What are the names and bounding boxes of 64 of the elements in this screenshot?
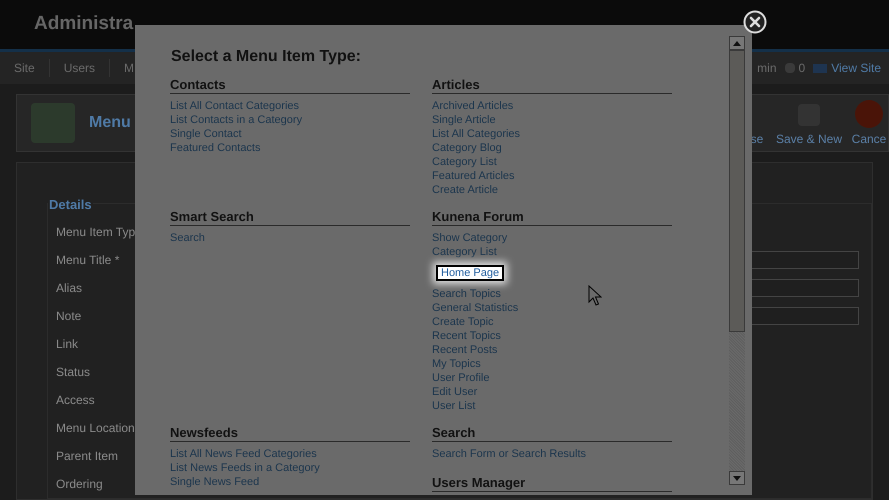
menu-type-link[interactable]: Create Topic: [432, 315, 494, 329]
menu-type-link[interactable]: Category Blog: [432, 141, 502, 155]
nav-menu-item[interactable]: Site: [0, 59, 50, 78]
menu-type-link[interactable]: Single Article: [432, 113, 496, 127]
field-label: Menu Title *: [56, 252, 120, 269]
menu-type-link[interactable]: Search Form or Search Results: [432, 447, 586, 461]
menu-type-link[interactable]: Home Page: [436, 265, 504, 281]
nav-menu-item[interactable]: Users: [50, 59, 110, 78]
scroll-down-button[interactable]: [729, 471, 745, 485]
menu-type-link[interactable]: Search: [170, 231, 205, 245]
menu-type-link[interactable]: Single Contact: [170, 127, 242, 141]
menu-type-link[interactable]: Edit User: [432, 385, 478, 399]
menu-type-link[interactable]: Featured Contacts: [170, 141, 260, 155]
field-label: Alias: [56, 280, 84, 297]
dialog-title: Select a Menu Item Type:: [171, 47, 361, 67]
up-arrow-icon: [733, 40, 741, 46]
field-label: Parent Item: [56, 448, 120, 465]
field-label: Menu Item Typ: [56, 224, 136, 241]
field-label: Link: [56, 336, 80, 353]
section-heading: Users Manager: [432, 475, 672, 492]
field-label: Menu Location: [56, 420, 136, 437]
scroll-thumb[interactable]: [729, 50, 745, 332]
section-heading: Contacts: [170, 77, 410, 94]
field-label: Status: [56, 364, 92, 381]
menu-type-link[interactable]: Archived Articles: [432, 99, 514, 113]
menu-type-link[interactable]: List All Contact Categories: [170, 99, 300, 113]
menu-type-link[interactable]: Recent Topics: [432, 329, 501, 343]
field-label: Ordering: [56, 476, 104, 493]
menu-type-link[interactable]: List All Categories: [432, 127, 520, 141]
menu-type-link[interactable]: List All News Feed Categories: [170, 447, 317, 461]
menu-type-link[interactable]: User Profile: [432, 371, 490, 385]
menu-type-link[interactable]: Featured Articles: [432, 169, 515, 183]
message-count: 0: [798, 60, 806, 78]
menu-type-link[interactable]: Search Topics: [432, 287, 501, 301]
section-heading: Smart Search: [170, 209, 410, 226]
field-label: Note: [56, 308, 82, 325]
field-label: Access: [56, 392, 96, 409]
view-site-link[interactable]: View Site: [831, 59, 881, 78]
user-name: min: [757, 60, 776, 78]
menu-type-link[interactable]: List News Feeds in a Category: [170, 461, 320, 475]
section-heading: Articles: [432, 77, 672, 94]
down-arrow-icon: [733, 476, 741, 480]
toolbar-button[interactable]: Save & New: [772, 98, 846, 148]
menu-type-link[interactable]: General Statistics: [432, 301, 518, 315]
menu-type-link[interactable]: Category List: [432, 245, 497, 259]
page-title: Menu: [89, 113, 131, 134]
menu-type-link[interactable]: Category List: [432, 155, 497, 169]
section-heading: Newsfeeds: [170, 425, 410, 442]
menu-type-link[interactable]: My Topics: [432, 357, 481, 371]
scroll-up-button[interactable]: [729, 36, 745, 50]
cancel-icon: [855, 100, 883, 128]
menu-type-link[interactable]: Create Article: [432, 183, 498, 197]
menu-type-link[interactable]: Show Category: [432, 231, 508, 245]
app-title: Administra: [34, 12, 134, 36]
section-heading: Kunena Forum: [432, 209, 672, 226]
menu-type-link[interactable]: List Contacts in a Category: [170, 113, 302, 127]
menu-type-link[interactable]: Recent Posts: [432, 343, 498, 357]
scrollbar[interactable]: [729, 36, 745, 485]
section-heading: Search: [432, 425, 672, 442]
toolbar-button[interactable]: Cance: [850, 98, 888, 148]
screen-icon: [813, 64, 828, 73]
menu-type-link[interactable]: User List: [432, 399, 476, 413]
cursor-icon: [588, 285, 602, 306]
menu-type-link[interactable]: Single News Feed: [170, 475, 260, 489]
